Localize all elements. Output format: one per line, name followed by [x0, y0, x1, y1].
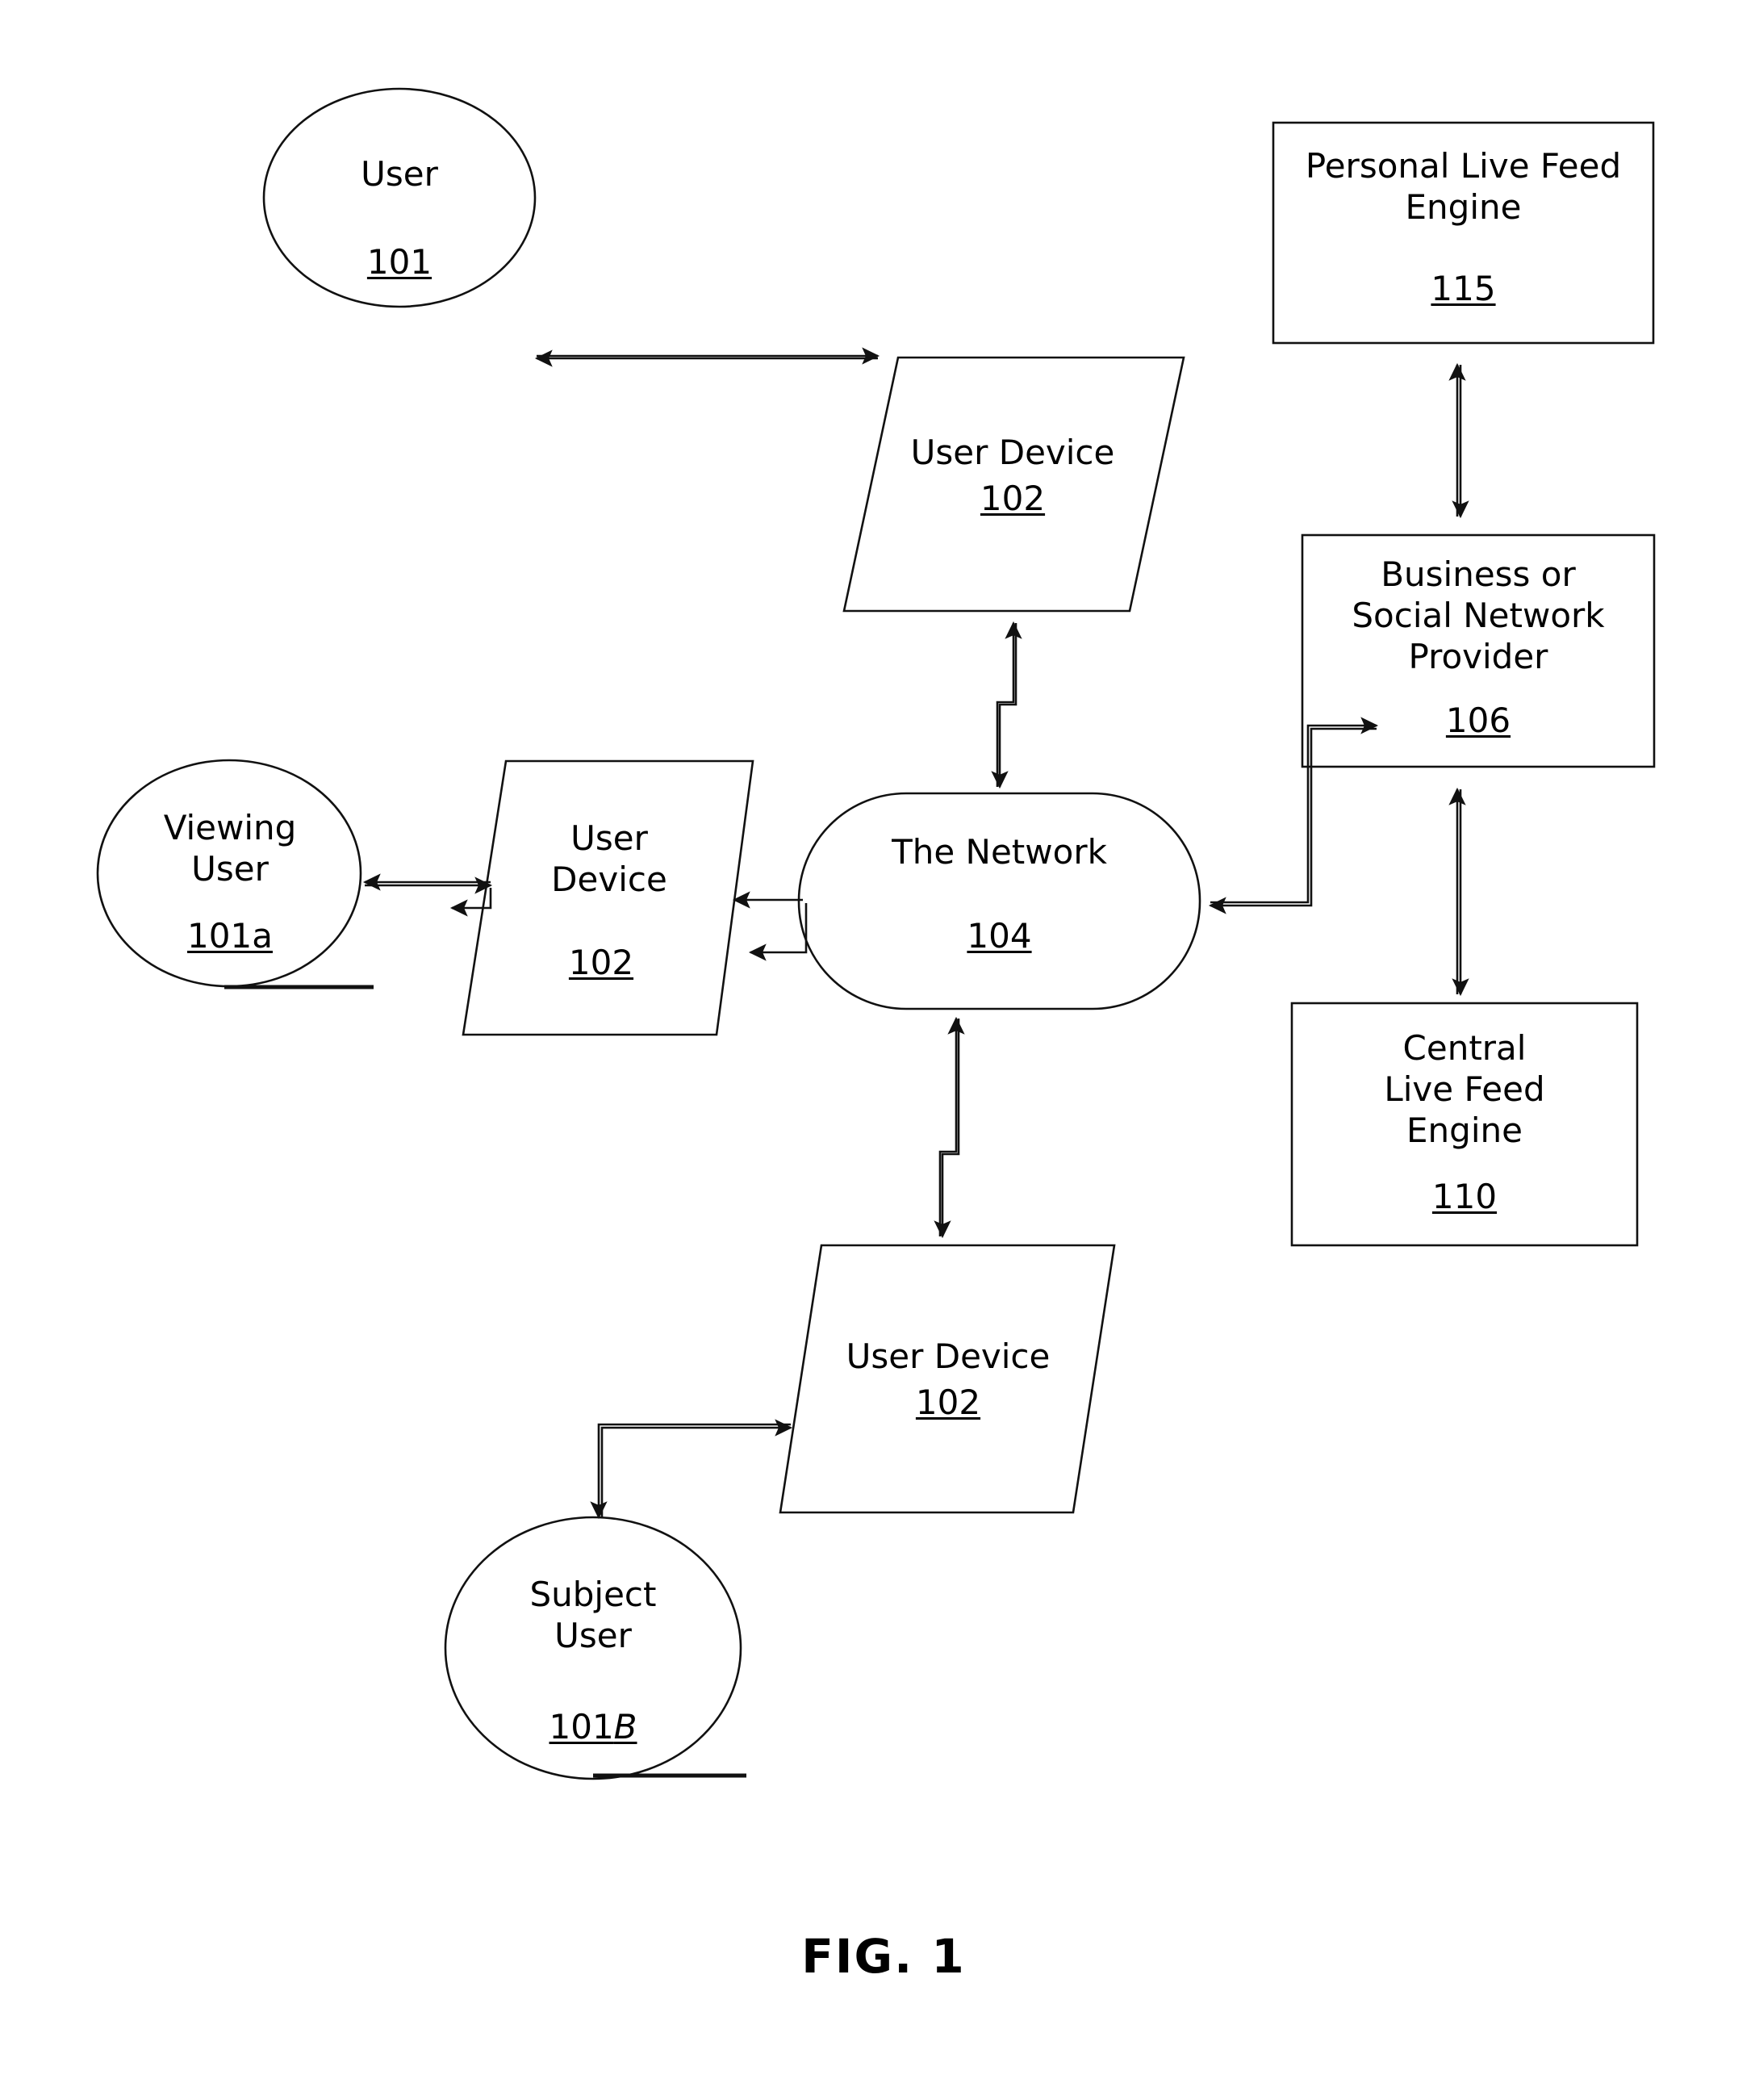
subject-user-ellipse: [444, 1516, 742, 1780]
connector-userdevice-left-to-viewinguser: [362, 873, 493, 917]
diagram-canvas: [96, 87, 1656, 1780]
user-device-top-parallelogram: [842, 356, 1185, 613]
user-device-bottom-parallelogram: [779, 1244, 1116, 1514]
connector-userdevice-top-to-user: [534, 347, 880, 367]
viewing-user-ellipse: [96, 759, 362, 988]
network-rounded-rect: [797, 792, 1201, 1010]
user-device-left-parallelogram: [462, 759, 754, 1036]
connector-network-to-userdevice-left: [732, 891, 808, 961]
figure-caption: FIG. 1: [801, 1929, 966, 1984]
connector-provider-to-centralengine: [1448, 787, 1469, 997]
patent-figure-page: User 101 User Device 102 Personal Live F…: [0, 0, 1755, 2100]
personal-live-feed-engine-rect: [1272, 121, 1655, 345]
connector-userdevice-top-to-network: [991, 621, 1022, 789]
connector-network-to-provider: [1208, 717, 1379, 914]
central-live-feed-engine-rect: [1290, 1002, 1639, 1247]
user-ellipse: [262, 87, 537, 308]
connector-network-to-userdevice-bottom: [934, 1016, 965, 1239]
connector-userdevice-bottom-to-subjectuser: [590, 1419, 793, 1520]
business-social-network-provider-rect: [1301, 533, 1656, 768]
connector-plfengine-to-provider: [1448, 362, 1469, 519]
